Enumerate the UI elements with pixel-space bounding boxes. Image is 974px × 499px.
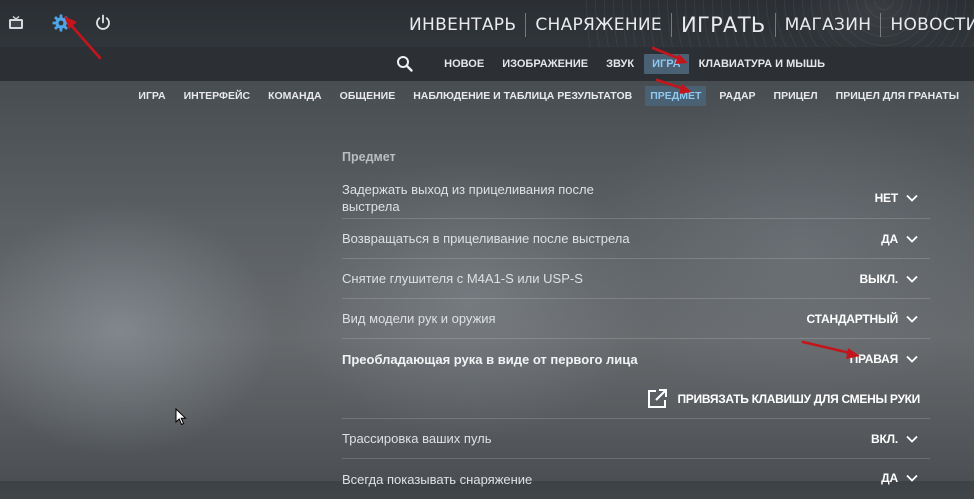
setting-dropdown[interactable]: ПРАВАЯ [850, 352, 918, 366]
chevron-down-icon [906, 235, 918, 243]
chevron-down-icon [906, 315, 918, 323]
chevron-down-icon [906, 355, 918, 363]
subtab-item[interactable]: ПРЕДМЕТ [645, 86, 707, 106]
setting-row-preferred-hand: Преобладающая рука в виде от первого лиц… [342, 339, 930, 419]
setting-value: ДА [881, 231, 898, 246]
mouse-cursor-icon [175, 408, 187, 426]
setting-dropdown[interactable]: НЕТ [875, 191, 918, 205]
bind-hand-switch-key-label: ПРИВЯЗАТЬ КЛАВИШУ ДЛЯ СМЕНЫ РУКИ [677, 392, 920, 406]
main-tab-store[interactable]: МАГАЗИН [776, 15, 881, 35]
main-tab-loadout[interactable]: СНАРЯЖЕНИЕ [526, 15, 671, 35]
setting-label: Трассировка ваших пуль [342, 431, 492, 446]
main-tab-play[interactable]: ИГРАТЬ [672, 13, 775, 37]
subtab-grenade-crosshair[interactable]: ПРИЦЕЛ ДЛЯ ГРАНАТЫ [831, 86, 964, 106]
settings-category-nav: НОВОЕ ИЗОБРАЖЕНИЕ ЗВУК ИГРА КЛАВИАТУРА И… [0, 47, 974, 81]
subtab-team[interactable]: КОМАНДА [263, 86, 327, 106]
chevron-down-icon [906, 275, 918, 283]
setting-value: НЕТ [874, 191, 899, 205]
tab-new[interactable]: НОВОЕ [436, 54, 492, 74]
tab-video[interactable]: ИЗОБРАЖЕНИЕ [494, 54, 596, 74]
setting-dropdown[interactable]: СТАНДАРТНЫЙ [806, 312, 918, 326]
tv-icon[interactable] [5, 12, 27, 34]
power-icon[interactable] [92, 12, 114, 34]
setting-value: ВЫКЛ. [859, 271, 899, 286]
setting-row-bullet-tracers: Трассировка ваших пуль ВКЛ. [342, 419, 930, 459]
bind-hand-switch-key-button[interactable]: ПРИВЯЗАТЬ КЛАВИШУ ДЛЯ СМЕНЫ РУКИ [646, 388, 920, 410]
chevron-down-icon [906, 435, 918, 443]
setting-dropdown[interactable]: ДА [881, 232, 918, 246]
section-title: Предмет [342, 150, 396, 164]
setting-row-show-loadout: Всегда показывать снаряжение ДА [342, 459, 930, 499]
main-nav: ИНВЕНТАРЬ СНАРЯЖЕНИЕ ИГРАТЬ МАГАЗИН НОВО… [400, 10, 974, 40]
setting-label: Всегда показывать снаряжение [342, 472, 533, 487]
setting-label: Снятие глушителя с M4A1-S или USP-S [342, 271, 583, 286]
search-icon[interactable] [395, 54, 415, 74]
setting-row-viewmodel: Вид модели рук и оружия СТАНДАРТНЫЙ [342, 299, 930, 339]
subtab-spectator-scoreboard[interactable]: НАБЛЮДЕНИЕ И ТАБЛИЦА РЕЗУЛЬТАТОВ [408, 86, 637, 106]
main-tab-inventory[interactable]: ИНВЕНТАРЬ [400, 15, 525, 35]
chevron-down-icon [906, 194, 918, 202]
subtab-communication[interactable]: ОБЩЕНИЕ [335, 86, 401, 106]
setting-value: ПРАВАЯ [849, 352, 899, 366]
setting-value: ВКЛ. [871, 431, 898, 446]
setting-dropdown[interactable]: ДА [881, 471, 918, 485]
subtab-game[interactable]: ИГРА [133, 86, 170, 106]
subtab-radar[interactable]: РАДАР [714, 86, 760, 106]
main-tab-news[interactable]: НОВОСТИ [881, 15, 974, 35]
settings-panel: Предмет Задержать выход из прицеливания … [342, 150, 930, 499]
setting-label: Задержать выход из прицеливания после вы… [342, 182, 594, 214]
game-subcategory-nav: ИГРА ИНТЕРФЕЙС КОМАНДА ОБЩЕНИЕ НАБЛЮДЕНИ… [0, 81, 974, 111]
tab-keyboard-mouse[interactable]: КЛАВИАТУРА И МЫШЬ [691, 54, 833, 74]
setting-label: Преобладающая рука в виде от первого лиц… [342, 352, 638, 367]
setting-row-silencer-detach: Снятие глушителя с M4A1-S или USP-S ВЫКЛ… [342, 259, 930, 299]
tab-audio[interactable]: ЗВУК [598, 54, 642, 74]
setting-dropdown[interactable]: ВЫКЛ. [860, 272, 919, 286]
tab-game[interactable]: ИГРА [644, 54, 689, 74]
subtab-crosshair[interactable]: ПРИЦЕЛ [769, 86, 823, 106]
setting-value: ДА [881, 471, 898, 485]
setting-row-resume-zoom: Возвращаться в прицеливание после выстре… [342, 219, 930, 259]
setting-dropdown[interactable]: ВКЛ. [871, 432, 918, 446]
external-link-icon [648, 389, 668, 408]
setting-label: Возвращаться в прицеливание после выстре… [342, 231, 630, 246]
subtab-interface[interactable]: ИНТЕРФЕЙС [179, 86, 256, 106]
setting-label: Вид модели рук и оружия [342, 311, 496, 326]
setting-value: СТАНДАРТНЫЙ [806, 311, 898, 326]
setting-row-delay-unzoom: Задержать выход из прицеливания после вы… [342, 178, 930, 219]
gear-icon[interactable] [50, 12, 72, 34]
